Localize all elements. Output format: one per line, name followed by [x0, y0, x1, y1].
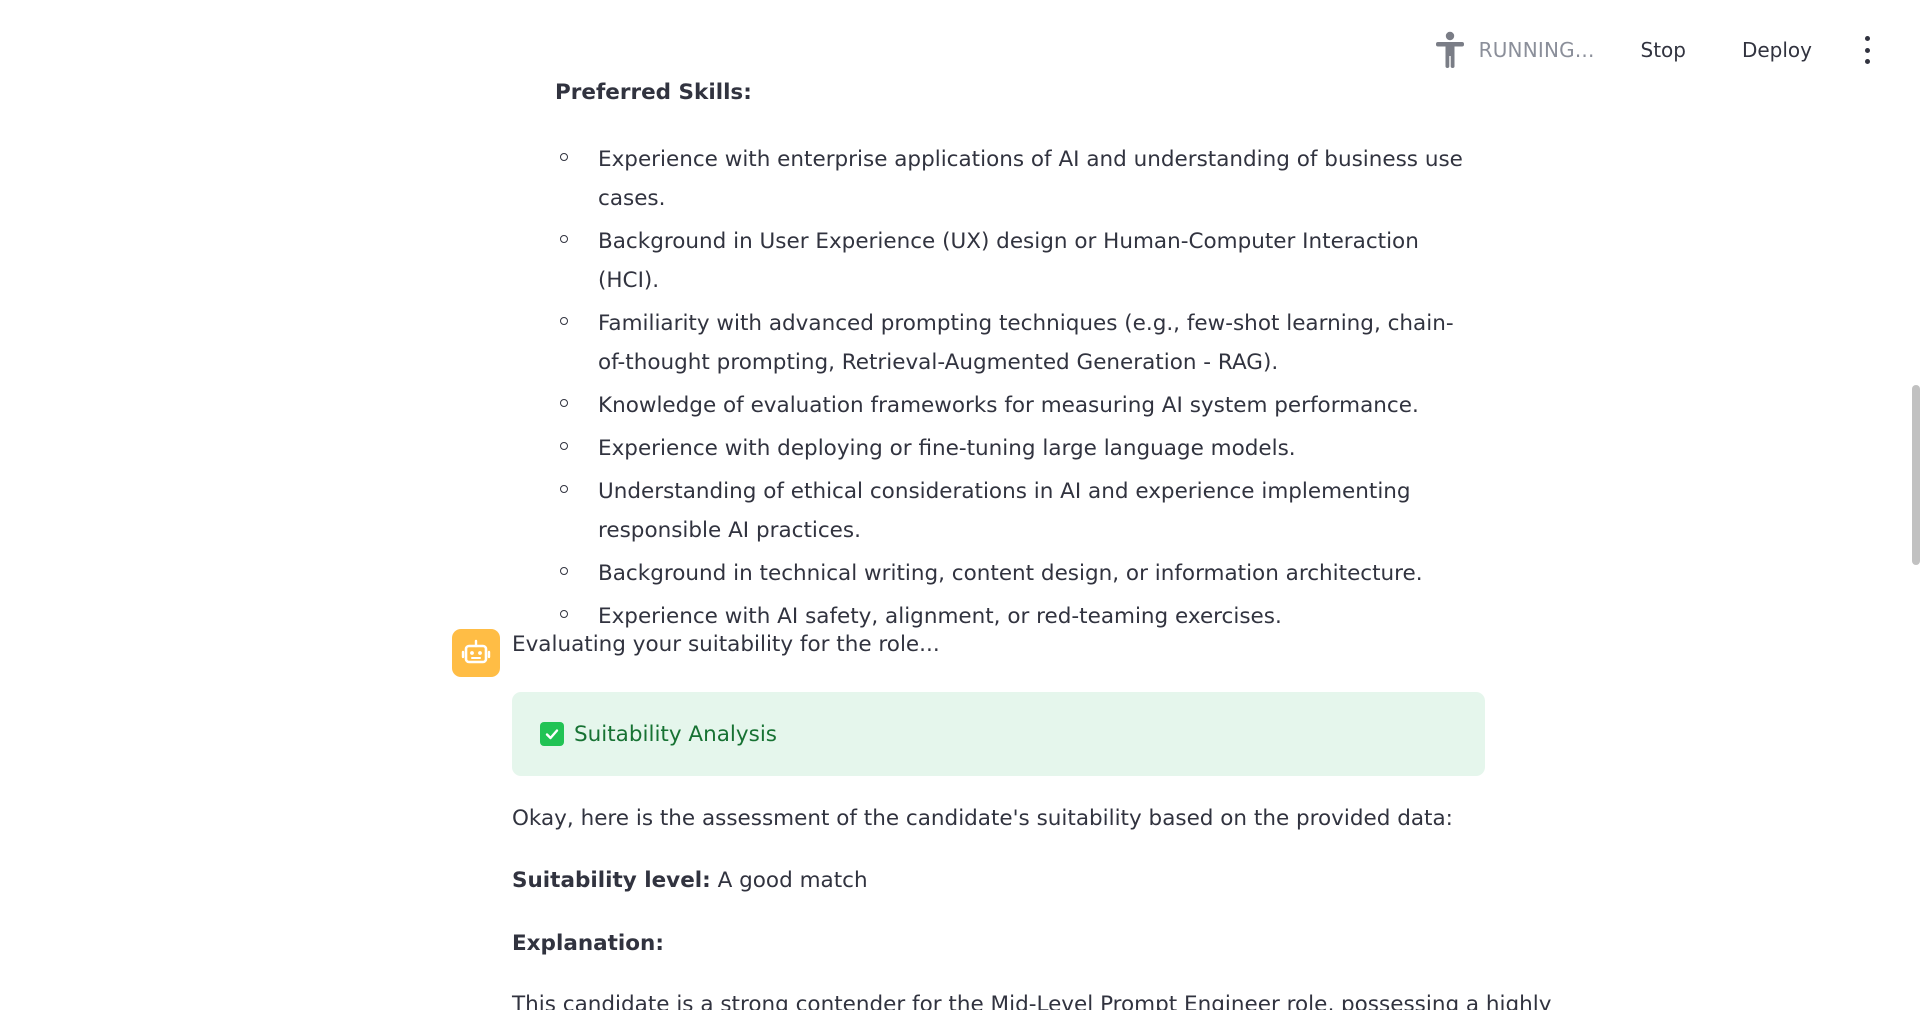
assistant-message: Evaluating your suitability for the role…: [512, 632, 940, 657]
circle-bullet-icon: [560, 317, 568, 325]
list-item-text: Experience with deploying or fine-tuning…: [598, 436, 1296, 461]
running-status: RUNNING...: [1433, 31, 1595, 69]
list-item-text: Background in User Experience (UX) desig…: [598, 229, 1419, 293]
explanation-text: This candidate is a strong contender for…: [512, 992, 1552, 1010]
list-item: Background in technical writing, content…: [555, 554, 1475, 593]
kebab-dot: [1864, 47, 1870, 53]
running-label: RUNNING...: [1478, 38, 1595, 62]
circle-bullet-icon: [560, 442, 568, 450]
preferred-skills-heading: Preferred Skills:: [555, 80, 752, 105]
list-item-text: Knowledge of evaluation frameworks for m…: [598, 393, 1419, 418]
deploy-button[interactable]: Deploy: [1732, 30, 1822, 70]
checkmark-glyph: [545, 729, 559, 740]
list-item: Understanding of ethical considerations …: [555, 472, 1475, 550]
top-toolbar: RUNNING... Stop Deploy: [1433, 0, 1920, 100]
assessment-intro: Okay, here is the assessment of the cand…: [512, 806, 1453, 831]
suitability-analysis-status[interactable]: Suitability Analysis: [512, 692, 1485, 776]
status-label: Suitability Analysis: [574, 721, 777, 747]
list-item: Knowledge of evaluation frameworks for m…: [555, 386, 1475, 425]
list-item-text: Familiarity with advanced prompting tech…: [598, 311, 1454, 375]
kebab-dot: [1864, 59, 1870, 64]
list-item: Experience with enterprise applications …: [555, 140, 1475, 218]
circle-bullet-icon: [560, 235, 568, 243]
circle-bullet-icon: [560, 610, 568, 618]
list-item: Background in User Experience (UX) desig…: [555, 222, 1475, 300]
robot-icon: [452, 629, 500, 677]
person-running-icon: [1435, 31, 1464, 68]
circle-bullet-icon: [560, 153, 568, 161]
kebab-menu-icon[interactable]: [1860, 36, 1874, 64]
suitability-level-line: Suitability level: A good match: [512, 868, 868, 893]
list-item-text: Experience with enterprise applications …: [598, 147, 1463, 211]
app-page: RUNNING... Stop Deploy Preferred Skills:…: [0, 0, 1920, 1010]
circle-bullet-icon: [560, 485, 568, 493]
list-item: Experience with deploying or fine-tuning…: [555, 429, 1475, 468]
check-square-icon: [540, 722, 564, 746]
list-item: Experience with AI safety, alignment, or…: [555, 597, 1475, 636]
list-item: Familiarity with advanced prompting tech…: [555, 304, 1475, 382]
list-item-text: Understanding of ethical considerations …: [598, 479, 1411, 543]
list-item-text: Background in technical writing, content…: [598, 561, 1423, 586]
suitability-level-value: A good match: [717, 868, 868, 893]
preferred-skills-list: Experience with enterprise applications …: [555, 140, 1475, 640]
robot-glyph: [461, 639, 491, 664]
stop-button[interactable]: Stop: [1631, 30, 1696, 70]
list-item-text: Experience with AI safety, alignment, or…: [598, 604, 1282, 629]
explanation-heading: Explanation:: [512, 931, 664, 956]
circle-bullet-icon: [560, 399, 568, 407]
kebab-dot: [1864, 36, 1870, 41]
suitability-level-label: Suitability level:: [512, 868, 711, 893]
circle-bullet-icon: [560, 567, 568, 575]
scrollbar-thumb[interactable]: [1912, 385, 1920, 565]
